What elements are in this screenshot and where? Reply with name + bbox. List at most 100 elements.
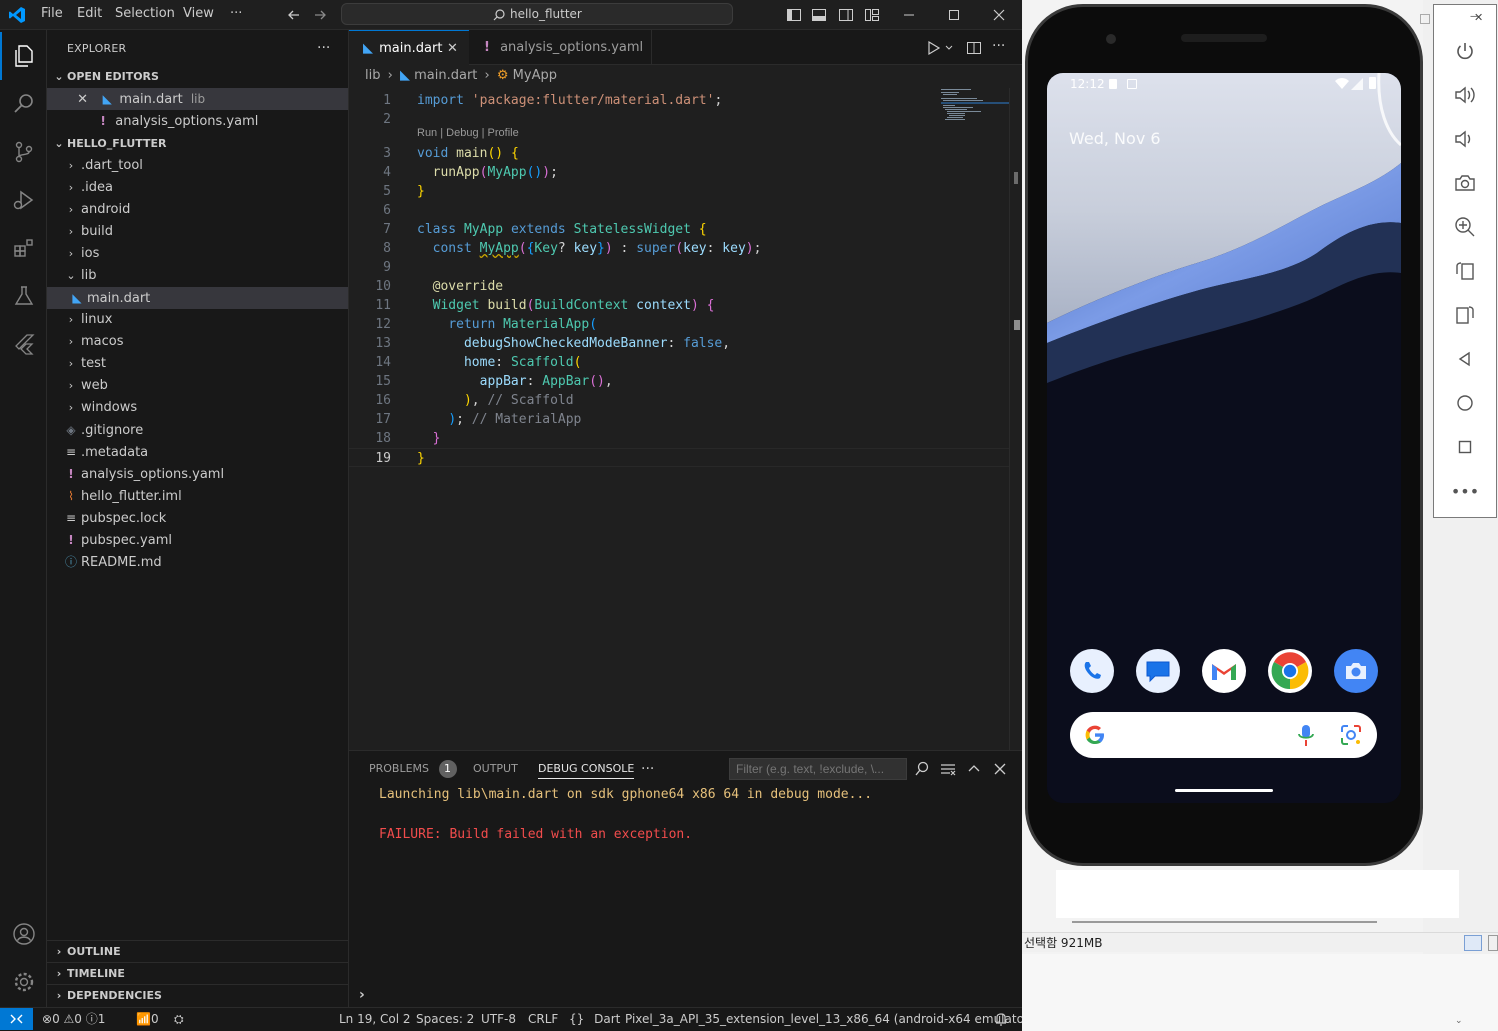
tree-item-lib[interactable]: ⌄ lib (47, 265, 348, 287)
maximize-panel-icon[interactable] (966, 761, 982, 777)
code-line[interactable]: 17 ); // MaterialApp (349, 410, 1009, 429)
breadcrumb-myapp[interactable]: MyApp (513, 68, 557, 83)
tree-item-gitignore[interactable]: ◈ .gitignore (47, 419, 348, 441)
open-editor-analysis-options[interactable]: ! analysis_options.yaml (47, 110, 348, 132)
toggle-panel-icon[interactable] (811, 7, 827, 23)
find-icon[interactable] (914, 761, 930, 777)
chevron-right-icon[interactable]: › (63, 375, 79, 397)
code-line[interactable]: 16 ), // Scaffold (349, 391, 1009, 410)
tree-item-web[interactable]: › web (47, 375, 348, 397)
nav-back-icon[interactable] (286, 7, 302, 23)
breadcrumb-lib[interactable]: lib (365, 68, 380, 83)
notifications-bell-icon[interactable] (994, 1008, 1008, 1030)
tab-problems[interactable]: PROBLEMS 1 (369, 751, 457, 787)
tree-item-pubspec-lock[interactable]: ≡ pubspec.lock (47, 507, 348, 529)
tree-item-test[interactable]: › test (47, 353, 348, 375)
tab-output[interactable]: OUTPUT (473, 751, 518, 787)
flutter-icon[interactable] (0, 320, 47, 368)
back-icon[interactable] (1434, 337, 1496, 381)
eol-status[interactable]: CRLF (528, 1008, 558, 1030)
menu-view[interactable]: View (183, 0, 214, 30)
codelens-run-debug[interactable]: Run | Debug | Profile (417, 127, 519, 139)
tab-main-dart[interactable]: ◣ main.dart ✕ (349, 30, 469, 65)
tree-item-ios[interactable]: › ios (47, 243, 348, 265)
volume-up-icon[interactable] (1434, 73, 1496, 117)
rotate-right-icon[interactable] (1434, 293, 1496, 337)
clear-console-icon[interactable] (940, 761, 956, 777)
device-status[interactable]: Pixel_3a_API_35_extension_level_13_x86_6… (625, 1008, 1034, 1030)
horizontal-scrollbar[interactable] (1072, 921, 1377, 923)
tree-item-windows[interactable]: › windows (47, 397, 348, 419)
gmail-icon[interactable] (1202, 649, 1246, 693)
explorer-more-icon[interactable]: ··· (317, 40, 330, 56)
breadcrumb-main-dart[interactable]: main.dart (414, 68, 477, 83)
menu-selection[interactable]: Selection (115, 0, 175, 30)
dependencies-header[interactable]: › DEPENDENCIES (47, 984, 348, 1006)
code-line[interactable]: 5} (349, 182, 1009, 201)
chevron-right-icon[interactable]: › (63, 243, 79, 265)
volume-down-icon[interactable] (1434, 117, 1496, 161)
open-editors-header[interactable]: ⌄ OPEN EDITORS (47, 66, 348, 88)
language-status[interactable]: {} Dart (569, 1008, 620, 1030)
tree-item-dart-tool[interactable]: › .dart_tool (47, 155, 348, 177)
code-line[interactable]: 10 @override (349, 277, 1009, 296)
overview-icon[interactable] (1434, 425, 1496, 469)
chevron-right-icon[interactable]: › (63, 155, 79, 177)
debug-status-icon[interactable]: ⛭ (174, 1008, 184, 1030)
tree-item-main-dart[interactable]: ◣ main.dart (47, 287, 348, 309)
code-line[interactable]: 9 (349, 258, 1009, 277)
detail-view-icon[interactable] (1488, 935, 1498, 951)
home-icon[interactable] (1434, 381, 1496, 425)
problems-status[interactable]: ⊗0 ⚠0 ⓘ1 (42, 1008, 105, 1030)
run-button-icon[interactable] (927, 40, 953, 56)
tree-item-metadata[interactable]: ≡ .metadata (47, 441, 348, 463)
camera-icon[interactable] (1334, 649, 1378, 693)
toolbar-close-icon[interactable]: ✕ (1474, 11, 1483, 24)
chevron-right-icon[interactable]: › (63, 397, 79, 419)
remote-indicator-icon[interactable] (0, 1008, 33, 1030)
customize-layout-icon[interactable] (864, 7, 880, 23)
project-header[interactable]: ⌄ HELLO_FLUTTER (47, 133, 348, 155)
list-view-icon[interactable] (1464, 935, 1482, 951)
chevron-right-icon[interactable]: › (63, 309, 79, 331)
screenshot-icon[interactable] (1434, 161, 1496, 205)
scroll-down-icon[interactable]: ⌄ (1455, 1016, 1463, 1026)
minimap[interactable] (941, 88, 1009, 128)
explorer-icon[interactable] (0, 32, 47, 80)
manage-gear-icon[interactable] (0, 958, 47, 1006)
open-editor-main-dart[interactable]: ✕ ◣ main.dart lib (47, 88, 348, 110)
maximize-icon[interactable] (946, 7, 962, 23)
indentation-status[interactable]: Spaces: 2 (416, 1008, 474, 1030)
console-filter-input[interactable] (729, 758, 907, 780)
code-line[interactable]: 6 (349, 201, 1009, 220)
google-search-bar[interactable] (1070, 712, 1377, 758)
source-control-icon[interactable] (0, 128, 47, 176)
code-line[interactable]: 11 Widget build(BuildContext context) { (349, 296, 1009, 315)
toggle-secondary-sidebar-icon[interactable] (838, 7, 854, 23)
run-debug-icon[interactable] (0, 176, 47, 224)
toggle-primary-sidebar-icon[interactable] (786, 7, 802, 23)
code-line[interactable]: 8 const MyApp({Key? key}) : super(key: k… (349, 239, 1009, 258)
tree-item-idea[interactable]: › .idea (47, 177, 348, 199)
gesture-nav-handle[interactable] (1175, 789, 1273, 792)
command-center-search[interactable]: hello_flutter (341, 3, 733, 25)
google-lens-icon[interactable] (1340, 724, 1362, 746)
code-line[interactable]: 18 } (349, 429, 1009, 448)
editor-more-icon[interactable]: ··· (992, 38, 1005, 54)
tree-item-linux[interactable]: › linux (47, 309, 348, 331)
code-line[interactable]: 19} (349, 448, 1009, 467)
tree-item-macos[interactable]: › macos (47, 331, 348, 353)
code-line[interactable]: 4 runApp(MyApp()); (349, 163, 1009, 182)
tab-analysis-options[interactable]: ! analysis_options.yaml (470, 30, 652, 65)
tree-item-hello-flutter-iml[interactable]: ⌇ hello_flutter.iml (47, 485, 348, 507)
chrome-icon[interactable] (1268, 649, 1312, 693)
tree-item-pubspec-yaml[interactable]: ! pubspec.yaml (47, 529, 348, 551)
close-editor-icon[interactable]: ✕ (77, 89, 95, 111)
cursor-position[interactable]: Ln 19, Col 2 (339, 1008, 411, 1030)
timeline-header[interactable]: › TIMELINE (47, 962, 348, 984)
menu-file[interactable]: File (41, 0, 63, 30)
tree-item-android[interactable]: › android (47, 199, 348, 221)
chevron-down-icon[interactable]: ⌄ (63, 265, 79, 287)
chevron-right-icon[interactable]: › (63, 221, 79, 243)
menu-more[interactable]: ··· (230, 0, 242, 30)
